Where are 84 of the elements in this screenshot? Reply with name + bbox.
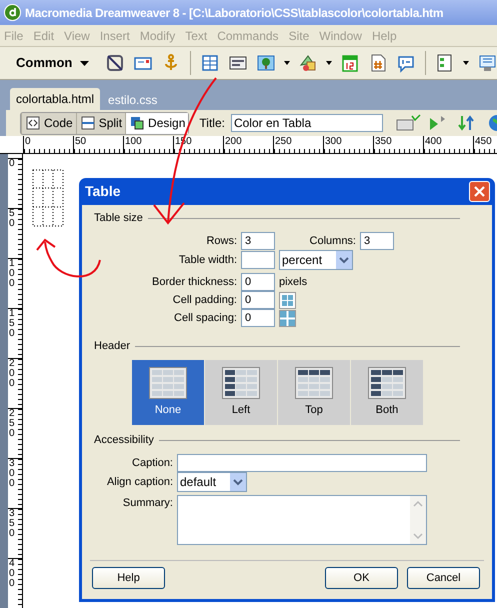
- ruler-label: 200: [8, 359, 16, 389]
- ruler-label: 400: [8, 559, 16, 589]
- field-label: Summary:: [122, 496, 173, 511]
- section-label: Table size: [94, 211, 143, 226]
- table-header-icon: [295, 366, 333, 399]
- ruler-label: 350: [374, 136, 392, 147]
- calendar-icon[interactable]: [340, 53, 360, 73]
- validate-icon[interactable]: [394, 114, 421, 132]
- cell-padding-icon: [279, 292, 296, 308]
- ruler-label: 400: [424, 136, 442, 147]
- field-label: Table width:: [178, 252, 237, 268]
- field-label: Rows:: [205, 234, 237, 249]
- unit-label: pixels: [279, 274, 308, 290]
- input-field[interactable]: [241, 251, 275, 269]
- category-dropdown[interactable]: Common: [16, 53, 93, 73]
- caret-icon[interactable]: [463, 61, 469, 65]
- section-label: Accessibility: [94, 433, 154, 448]
- dropdown[interactable]: percent: [279, 250, 353, 270]
- title-label: Title:: [199, 115, 225, 132]
- ruler-label: 50: [8, 209, 16, 229]
- header-option[interactable]: Top: [278, 360, 350, 425]
- dropdown[interactable]: default: [177, 472, 247, 492]
- dialog-button[interactable]: Cancel: [407, 567, 480, 589]
- title-field[interactable]: Color en Tabla: [230, 114, 383, 132]
- text-area[interactable]: [177, 495, 427, 545]
- cell-spacing-icon: [279, 310, 296, 326]
- ruler-label: 50: [74, 136, 86, 147]
- field-label: Caption:: [131, 456, 173, 471]
- ruler-label: 250: [8, 409, 16, 439]
- ruler-label: 100: [8, 259, 16, 289]
- split-view-icon: [80, 115, 96, 131]
- annotation-arrow: [36, 238, 101, 278]
- ruler-label: 0: [8, 159, 16, 169]
- close-icon: [474, 186, 485, 197]
- ruler-label: 200: [224, 136, 242, 147]
- table-placeholder-drawing: [32, 169, 64, 227]
- ruler-label: 450: [474, 136, 492, 147]
- view-button[interactable]: Code: [21, 112, 76, 134]
- table-header-icon: [149, 366, 187, 399]
- table-icon[interactable]: [200, 53, 220, 73]
- header-option[interactable]: Left: [205, 360, 277, 425]
- caret-icon[interactable]: [326, 61, 332, 65]
- design-view-icon: [129, 115, 146, 131]
- view-button[interactable]: Design: [125, 112, 188, 134]
- ruler-label: 300: [8, 459, 16, 489]
- scrollbar-icon: [410, 496, 426, 544]
- field-label: Cell spacing:: [173, 310, 237, 326]
- code-view-icon: [25, 115, 41, 131]
- header-option[interactable]: Both: [351, 360, 423, 425]
- input-field[interactable]: 3: [241, 232, 275, 250]
- hyperlink-icon[interactable]: [105, 53, 125, 73]
- ruler-label: 300: [324, 136, 342, 147]
- image-icon[interactable]: [256, 53, 276, 73]
- ruler-label: 100: [124, 136, 142, 147]
- header-option[interactable]: None: [132, 360, 204, 425]
- window-title: Macromedia Dreamweaver 8 - [C:\Laboratorio\CSS\tablascolor\colortabla.htm: [25, 4, 444, 22]
- section-label: Header: [94, 339, 130, 354]
- input-field[interactable]: 0: [241, 309, 275, 327]
- view-button[interactable]: Split: [76, 112, 126, 134]
- shapes-icon[interactable]: [298, 53, 318, 73]
- input-field[interactable]: 0: [241, 273, 275, 291]
- ruler-label: 0: [24, 136, 31, 147]
- dialog-button[interactable]: Help: [92, 567, 165, 589]
- input-field[interactable]: [177, 454, 427, 472]
- globe-icon[interactable]: [486, 114, 497, 132]
- input-field[interactable]: 3: [360, 232, 394, 250]
- field-label: Cell padding:: [172, 292, 237, 308]
- app-logo-icon: [4, 4, 21, 21]
- dialog-title: Table: [85, 182, 121, 201]
- table-header-icon: [222, 366, 260, 399]
- dialog-button[interactable]: OK: [325, 567, 398, 589]
- field-label: Columns:: [308, 234, 356, 249]
- document-tab[interactable]: colortabla.html: [10, 88, 100, 110]
- field-label: Align caption:: [106, 474, 173, 490]
- table-header-icon: [368, 366, 406, 399]
- ruler-label: 350: [8, 509, 16, 539]
- close-button[interactable]: [469, 181, 490, 202]
- caret-icon: [80, 60, 90, 66]
- field-label: Border thickness:: [151, 274, 237, 290]
- input-field[interactable]: 0: [241, 291, 275, 309]
- ruler-label: 150: [8, 309, 16, 339]
- ruler-label: 250: [274, 136, 292, 147]
- caret-icon[interactable]: [284, 61, 290, 65]
- monitor-icon[interactable]: [477, 53, 497, 73]
